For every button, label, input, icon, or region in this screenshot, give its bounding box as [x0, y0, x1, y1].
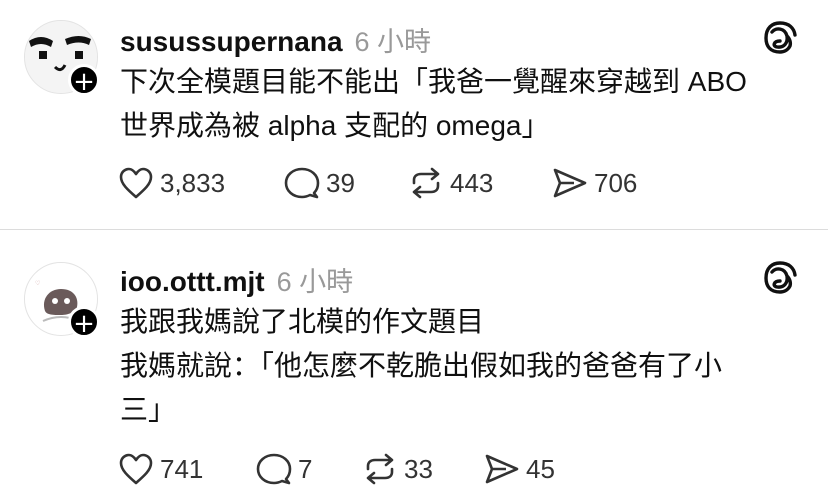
- threads-logo-icon[interactable]: [758, 16, 802, 60]
- post-header: susussupernana 6 小時: [120, 20, 431, 59]
- post-text-line: 下次全模題目能不能出「我爸一覺醒來穿越到 ABO: [120, 66, 747, 97]
- follow-plus-icon[interactable]: +: [68, 64, 100, 97]
- like-button[interactable]: 3,833: [118, 166, 284, 200]
- threads-logo-icon[interactable]: [758, 256, 802, 300]
- comment-count: 7: [298, 453, 313, 484]
- timestamp: 6 小時: [276, 267, 354, 297]
- post-header: ioo.ottt.mjt 6 小時: [120, 260, 353, 299]
- post-text-line: 我媽就說：「他怎麼不乾脆出假如我的爸爸有了小: [120, 350, 723, 381]
- comment-bubble-icon: [284, 167, 320, 199]
- post-text-line: 世界成為被 alpha 支配的 omega」: [120, 110, 550, 141]
- timestamp: 6 小時: [354, 27, 432, 57]
- post-text: 下次全模題目能不能出「我爸一覺醒來穿越到 ABO 世界成為被 alpha 支配的…: [120, 60, 800, 148]
- share-count: 45: [526, 453, 555, 484]
- action-bar: 3,833 39 443 706: [118, 166, 637, 200]
- action-bar: 741 7 33 45: [118, 452, 555, 486]
- heart-icon: [119, 453, 153, 485]
- like-button[interactable]: 741: [118, 452, 256, 486]
- post-text: 我跟我媽說了北模的作文題目 我媽就說：「他怎麼不乾脆出假如我的爸爸有了小 三」: [120, 300, 800, 432]
- comment-button[interactable]: 7: [256, 452, 362, 486]
- like-count: 3,833: [160, 167, 226, 198]
- post-2: ♡ + ioo.ottt.mjt 6 小時 我跟我媽說了北模的作文題目 我媽就說…: [0, 230, 828, 503]
- share-count: 706: [594, 167, 638, 198]
- repost-button[interactable]: 443: [408, 166, 552, 200]
- send-icon: [553, 168, 587, 198]
- avatar-container[interactable]: +: [24, 20, 100, 97]
- svg-text:♡: ♡: [35, 280, 40, 287]
- comment-button[interactable]: 39: [284, 166, 408, 200]
- avatar-container[interactable]: ♡ +: [24, 262, 100, 339]
- repost-count: 33: [404, 453, 433, 484]
- comment-bubble-icon: [256, 453, 292, 485]
- repost-button[interactable]: 33: [362, 452, 484, 486]
- repost-count: 443: [450, 167, 494, 198]
- send-icon: [485, 454, 519, 484]
- share-button[interactable]: 706: [552, 166, 637, 200]
- like-count: 741: [160, 453, 204, 484]
- repost-icon: [366, 453, 394, 485]
- post-1: + susussupernana 6 小時 下次全模題目能不能出「我爸一覺醒來穿…: [0, 0, 828, 229]
- repost-icon: [412, 167, 440, 199]
- share-button[interactable]: 45: [484, 452, 555, 486]
- heart-icon: [119, 167, 153, 199]
- post-text-line: 三」: [120, 394, 177, 425]
- comment-count: 39: [326, 167, 355, 198]
- username[interactable]: susussupernana: [120, 26, 343, 58]
- username[interactable]: ioo.ottt.mjt: [120, 266, 265, 298]
- follow-plus-icon[interactable]: +: [68, 306, 100, 339]
- post-text-line: 我跟我媽說了北模的作文題目: [120, 306, 485, 337]
